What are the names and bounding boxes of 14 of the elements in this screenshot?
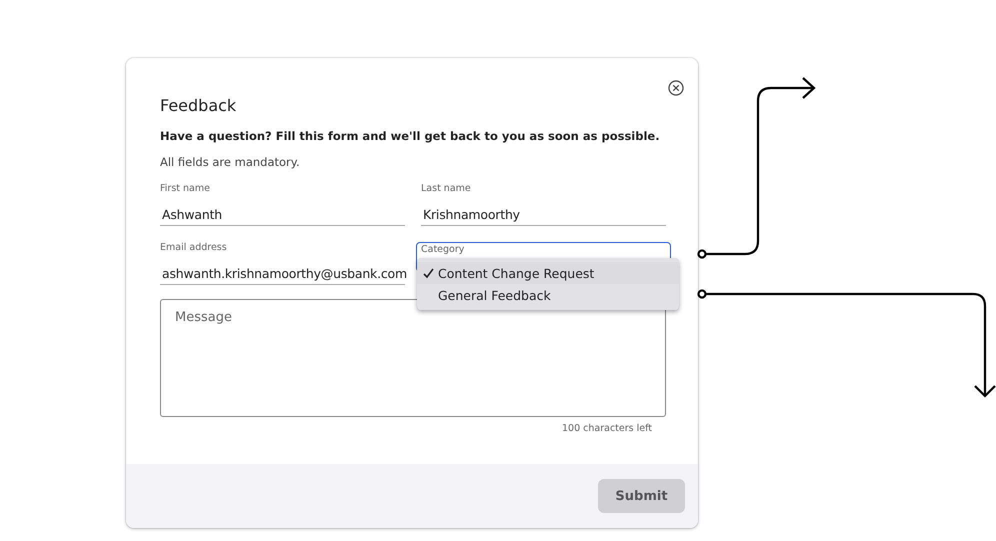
character-counter: 100 characters left (562, 423, 652, 434)
close-icon[interactable] (668, 80, 684, 96)
input-field[interactable]: Krishnamoorthy (421, 207, 666, 225)
input-field[interactable]: ashwanth.krishnamoorthy@usbank.com (160, 266, 405, 284)
field-label: Last name (421, 183, 472, 194)
check-icon (423, 268, 434, 278)
note-text: All fields are mandatory. (160, 155, 301, 169)
intro-text: Have a question? Fill this form and we'll get back to you as soon as possible. (160, 129, 661, 143)
dialog-title: Feedback (160, 96, 238, 115)
field-label: First name (160, 183, 211, 194)
input-field[interactable]: Ashwanth (160, 207, 405, 225)
menu-item[interactable]: Content Change Request (417, 262, 679, 284)
field-label: Email address (160, 242, 228, 253)
message-field[interactable]: Message (160, 299, 666, 417)
